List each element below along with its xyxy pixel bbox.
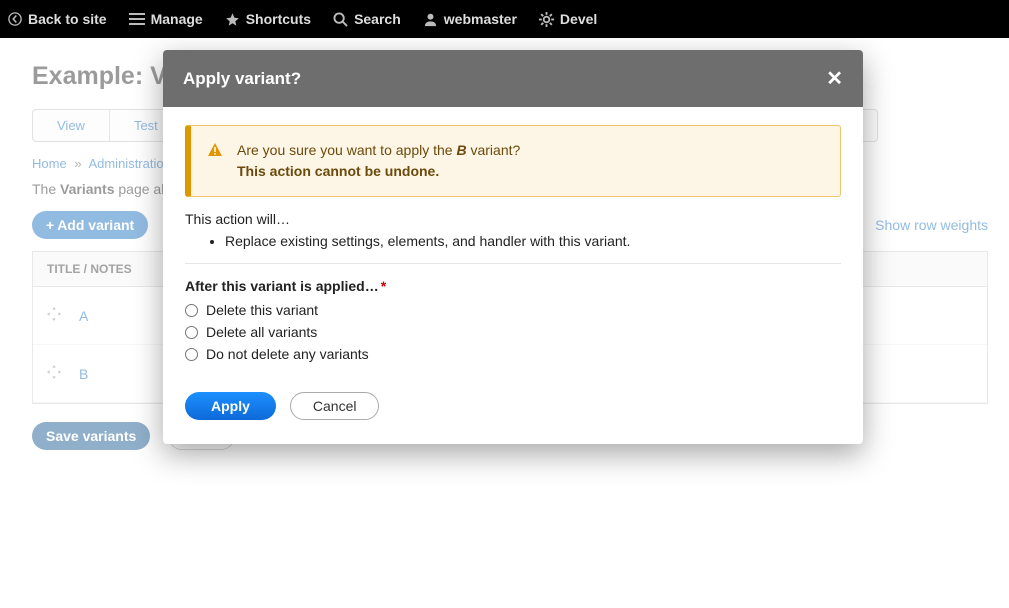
hamburger-icon	[129, 12, 145, 26]
warning-variant-name: B	[456, 142, 466, 158]
toolbar-label: Shortcuts	[246, 11, 311, 27]
label-text: After this variant is applied…	[185, 278, 379, 294]
dialog-title: Apply variant?	[183, 69, 301, 89]
toolbar-label: Devel	[560, 11, 597, 27]
dialog-header: Apply variant? ✕	[163, 50, 863, 107]
apply-button[interactable]: Apply	[185, 392, 276, 420]
shortcuts-link[interactable]: Shortcuts	[225, 11, 311, 27]
warning-icon	[207, 142, 223, 182]
action-list-item: Replace existing settings, elements, and…	[225, 233, 841, 249]
user-icon	[423, 12, 438, 27]
warning-irreversible: This action cannot be undone.	[237, 163, 439, 179]
warning-message: Are you sure you want to apply the B var…	[185, 125, 841, 197]
radio-input[interactable]	[185, 348, 198, 361]
search-icon	[333, 12, 348, 27]
divider	[185, 263, 841, 264]
after-apply-label: After this variant is applied…*	[185, 278, 841, 294]
radio-input[interactable]	[185, 326, 198, 339]
devel-link[interactable]: Devel	[539, 11, 597, 27]
warning-text: Are you sure you want to apply the	[237, 142, 456, 158]
radio-label: Delete this variant	[206, 302, 318, 318]
chevron-left-icon	[8, 12, 22, 26]
warning-text: variant?	[467, 142, 521, 158]
back-to-site-link[interactable]: Back to site	[8, 11, 107, 27]
radio-delete-this[interactable]: Delete this variant	[185, 302, 841, 318]
radio-delete-all[interactable]: Delete all variants	[185, 324, 841, 340]
toolbar-label: Back to site	[28, 11, 107, 27]
action-list: Replace existing settings, elements, and…	[225, 233, 841, 249]
close-icon[interactable]: ✕	[826, 66, 843, 91]
toolbar-label: Search	[354, 11, 401, 27]
gear-icon	[539, 12, 554, 27]
after-apply-options: Delete this variant Delete all variants …	[185, 302, 841, 362]
action-intro: This action will…	[185, 211, 841, 227]
apply-variant-dialog: Apply variant? ✕ Are you sure you want t…	[163, 50, 863, 444]
search-link[interactable]: Search	[333, 11, 401, 27]
toolbar-label: webmaster	[444, 11, 517, 27]
radio-label: Do not delete any variants	[206, 346, 369, 362]
star-icon	[225, 12, 240, 27]
required-marker: *	[381, 278, 386, 294]
toolbar-label: Manage	[151, 11, 203, 27]
cancel-button[interactable]: Cancel	[290, 392, 380, 420]
admin-toolbar: Back to site Manage Shortcuts Search web…	[0, 0, 1009, 38]
radio-label: Delete all variants	[206, 324, 317, 340]
user-link[interactable]: webmaster	[423, 11, 517, 27]
manage-link[interactable]: Manage	[129, 11, 203, 27]
radio-delete-none[interactable]: Do not delete any variants	[185, 346, 841, 362]
radio-input[interactable]	[185, 304, 198, 317]
